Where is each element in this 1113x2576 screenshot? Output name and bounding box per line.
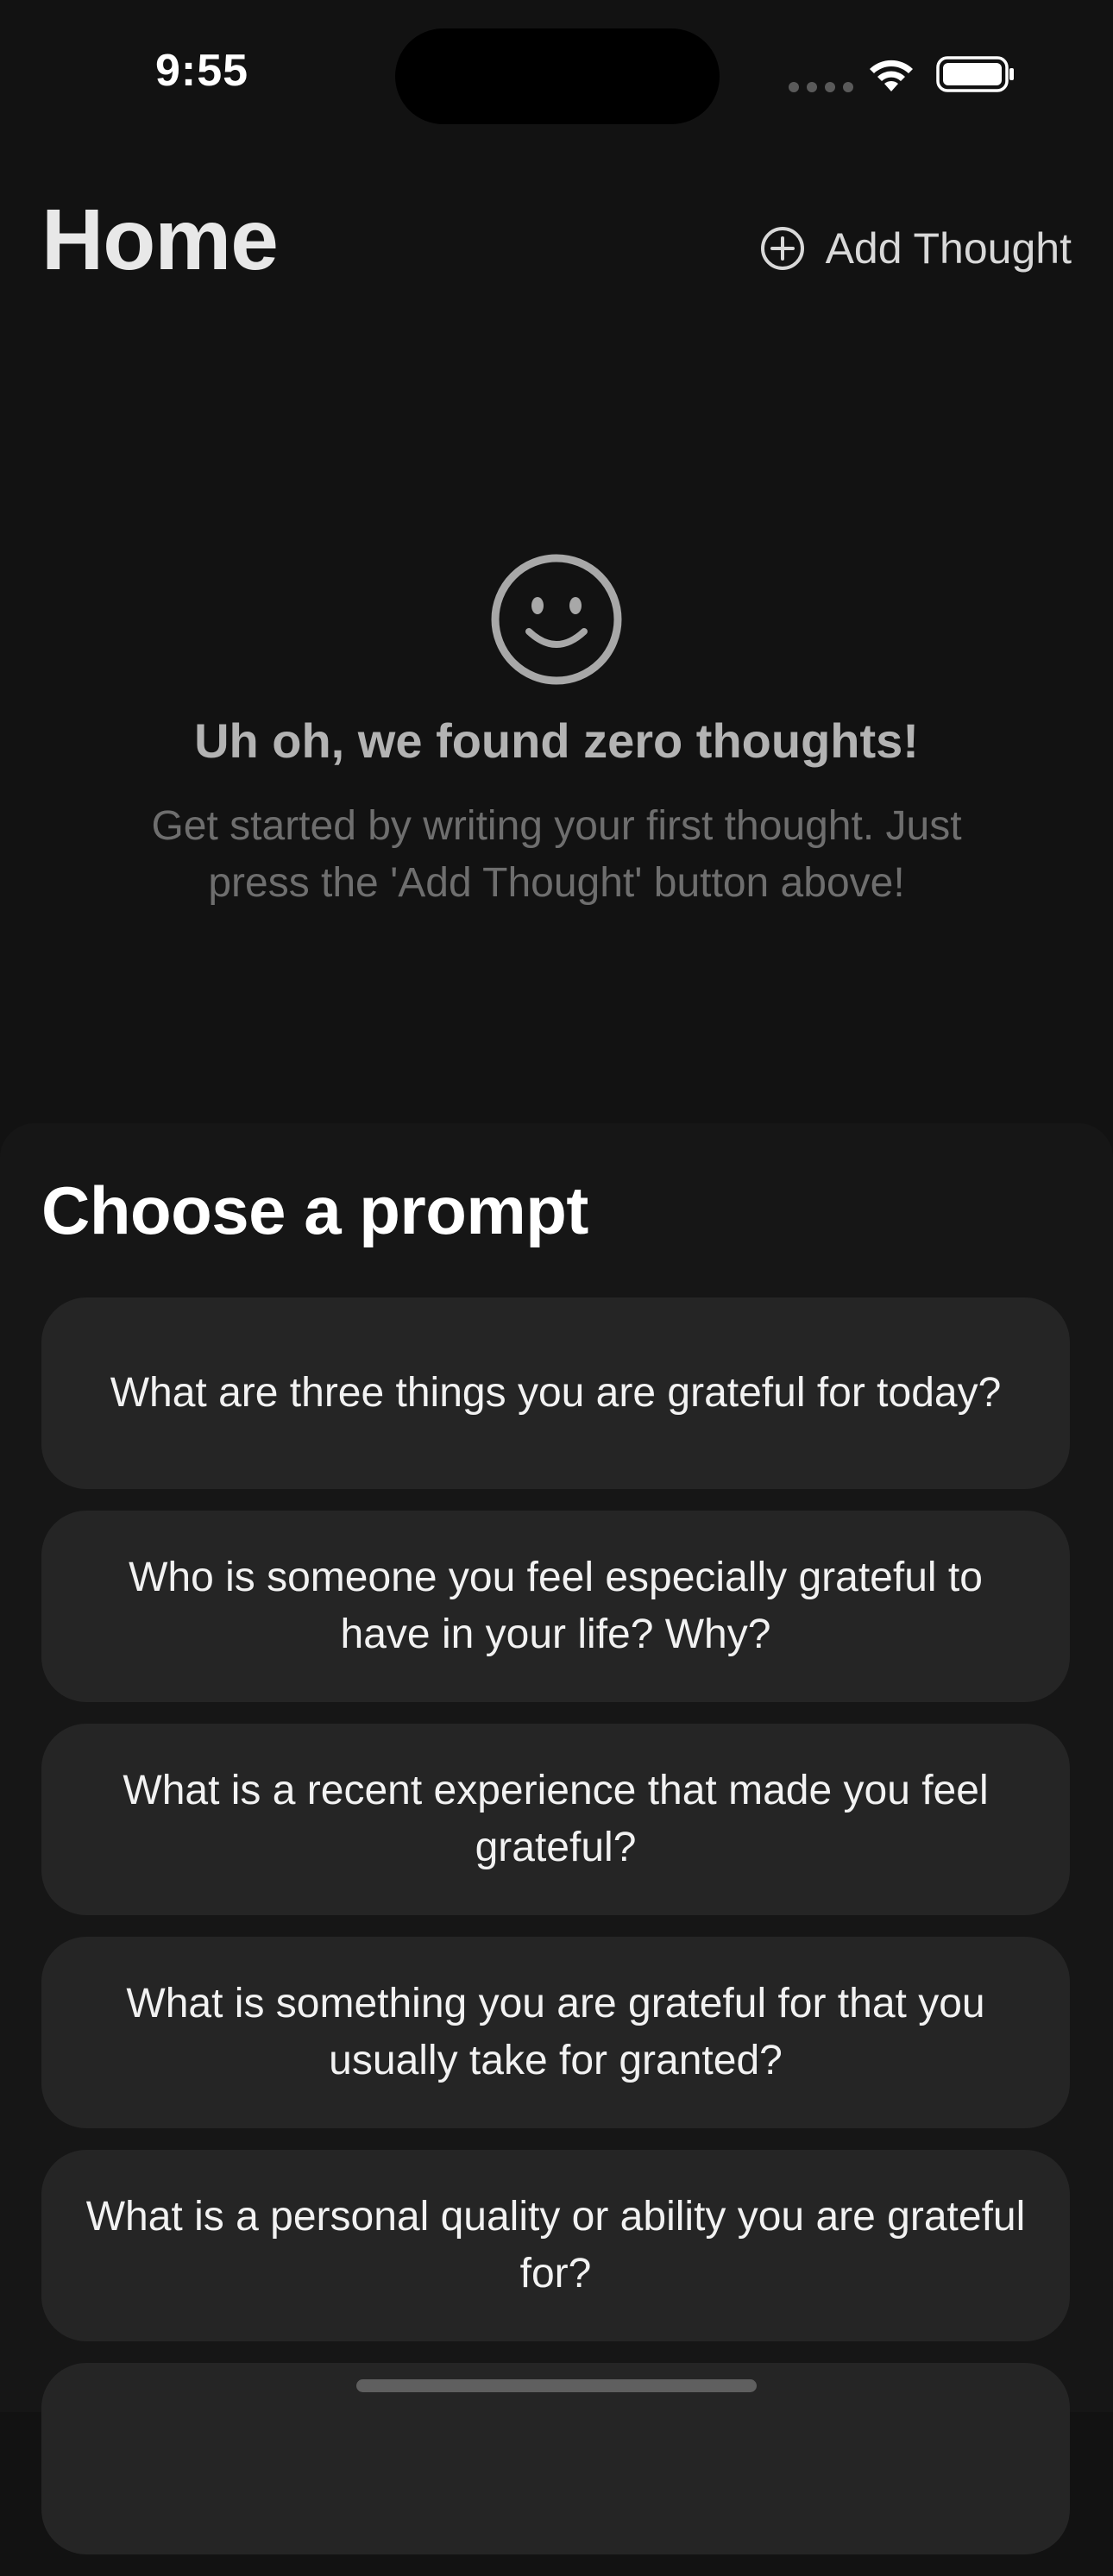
- prompt-card[interactable]: Who is someone you feel especially grate…: [41, 1511, 1070, 1702]
- empty-state-title: Uh oh, we found zero thoughts!: [194, 713, 919, 768]
- status-bar: 9:55: [0, 0, 1113, 147]
- add-thought-label: Add Thought: [825, 224, 1072, 273]
- add-thought-button[interactable]: Add Thought: [760, 217, 1072, 280]
- cellular-signal-icon: [789, 82, 853, 92]
- plus-circle-icon: [760, 227, 804, 270]
- prompt-text: What is something you are grateful for t…: [126, 1981, 985, 2083]
- prompt-text: What is a recent experience that made yo…: [123, 1768, 989, 1870]
- prompt-card[interactable]: What is something you are grateful for t…: [41, 1937, 1070, 2128]
- dynamic-island: [395, 28, 720, 124]
- prompt-card[interactable]: What is a recent experience that made yo…: [41, 1724, 1070, 1915]
- empty-state-body: Get started by writing your first though…: [151, 803, 962, 906]
- battery-icon: [936, 56, 1014, 92]
- prompt-card[interactable]: What are three things you are grateful f…: [41, 1297, 1070, 1489]
- home-indicator: [356, 2379, 757, 2392]
- status-time: 9:55: [155, 46, 249, 96]
- empty-state: Uh oh, we found zero thoughts! Get start…: [0, 552, 1113, 912]
- smiley-face-icon: [491, 554, 622, 685]
- page-title: Home: [41, 192, 279, 288]
- prompt-card[interactable]: What is a personal quality or ability yo…: [41, 2150, 1070, 2341]
- prompt-heading: Choose a prompt: [41, 1172, 588, 1248]
- prompt-sheet: Choose a prompt What are three things yo…: [0, 1123, 1113, 2554]
- wifi-icon: [870, 60, 913, 91]
- prompt-text: What is a personal quality or ability yo…: [85, 2194, 1026, 2296]
- prompt-text: What are three things you are grateful f…: [110, 1370, 1002, 1416]
- prompt-text: Who is someone you feel especially grate…: [129, 1555, 983, 1657]
